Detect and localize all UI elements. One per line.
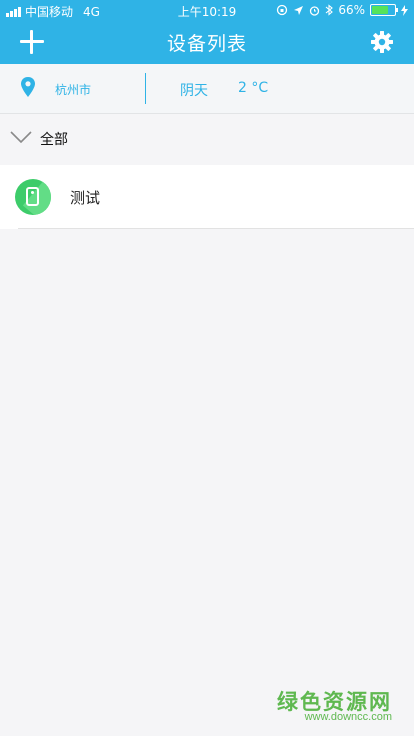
- row-divider: [18, 228, 414, 229]
- temperature: 2 °C: [238, 80, 269, 96]
- bluetooth-icon: [325, 4, 334, 16]
- group-label: 全部: [40, 132, 68, 148]
- weather-condition: 阴天: [180, 83, 208, 99]
- gear-icon[interactable]: [370, 30, 394, 54]
- weather-bar: 杭州市 阴天 2 °C: [0, 64, 414, 114]
- battery-percent: 66%: [338, 3, 365, 17]
- location-pin-icon: [21, 77, 35, 97]
- status-bar: 中国移动 4G 上午10:19 66%: [0, 0, 414, 20]
- device-list-item[interactable]: 测试: [0, 165, 414, 229]
- status-right: 66%: [276, 3, 408, 17]
- orientation-lock-icon: [277, 4, 288, 16]
- battery-level-fill: [372, 6, 388, 14]
- alarm-icon: [310, 5, 320, 16]
- app-header: 中国移动 4G 上午10:19 66% 设备列表: [0, 0, 414, 64]
- weather-divider: [145, 73, 146, 104]
- city-name[interactable]: 杭州市: [55, 81, 91, 98]
- watermark-url: www.downcc.com: [304, 711, 392, 723]
- device-name: 测试: [70, 189, 101, 207]
- group-header-all[interactable]: 全部: [0, 114, 414, 162]
- phone-device-icon: [15, 179, 51, 215]
- page-title: 设备列表: [166, 33, 247, 55]
- battery-icon: [370, 4, 398, 16]
- chevron-down-icon: [10, 131, 32, 143]
- charging-bolt-icon: [401, 4, 408, 16]
- location-arrow-icon: [294, 5, 304, 15]
